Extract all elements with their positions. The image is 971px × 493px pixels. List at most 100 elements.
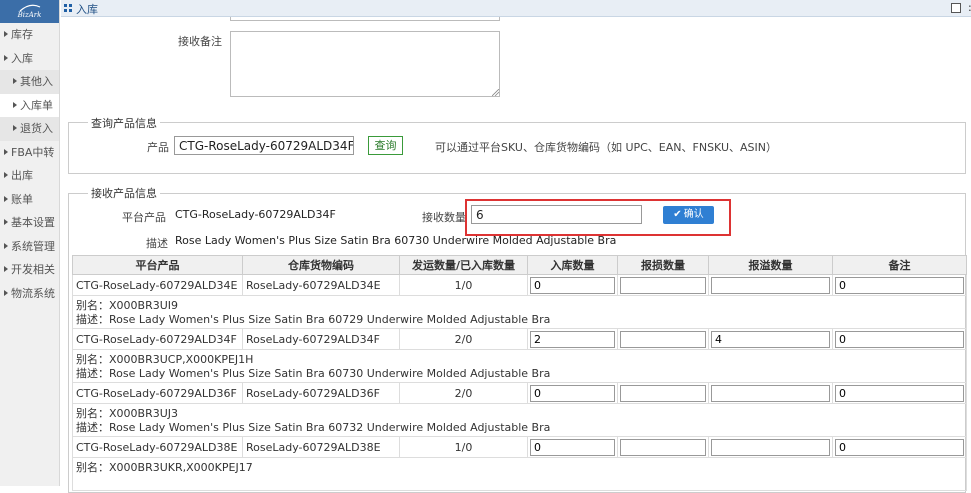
table-row-details: 别名：X000BR3UI9 描述：Rose Lady Women's Plus S… [72,295,967,329]
caret-right-icon [13,101,17,108]
sidebar-item[interactable]: 入库 [0,47,59,71]
product-description: 描述：Rose Lady Women's Plus Size Satin Bra… [76,421,551,434]
sidebar-item[interactable]: 入库单 [0,93,59,117]
sidebar-item[interactable]: FBA中转 [0,141,59,165]
column-header: 备注 [832,255,967,275]
overflow-qty-input[interactable] [711,330,830,348]
cell-overflow-qty [708,382,833,404]
product-details-cell: 别名：X000BR3UJ3 描述：Rose Lady Women's Plus S… [72,403,967,437]
in-qty-input[interactable] [530,438,615,456]
nav-list: 库存入库其他入入库单退货入 FBA中转出库账单基本设置系统管理开发相关物流系统 [0,23,59,305]
cell-damage-qty [617,274,709,296]
sidebar-item-label: 开发相关 [11,263,55,276]
table-header-row: 平台产品 仓库货物编码 发运数量/已入库数量 入库数量 报损数量 报溢数量 备注 [72,255,967,275]
query-button[interactable]: 查询 [368,136,403,155]
sidebar-item[interactable]: 退货入 [0,117,59,141]
cell-warehouse-code: RoseLady-60729ALD36F [242,382,400,404]
overflow-qty-input[interactable] [711,276,830,294]
cell-ship-qty: 1/0 [399,436,528,458]
product-label: 产品 [147,141,169,154]
damage-qty-input[interactable] [620,438,706,456]
platform-product-value: CTG-RoseLady-60729ALD34F [175,208,336,221]
in-qty-input[interactable] [530,330,615,348]
brand-logo[interactable]: BizArk [0,0,59,23]
caret-right-icon [4,31,8,37]
resize-handle-icon[interactable] [492,89,499,96]
cell-overflow-qty [708,328,833,350]
cell-platform: CTG-RoseLady-60729ALD38E [72,436,243,458]
page-title: 入库 [76,3,98,16]
sidebar-item-label: 出库 [11,169,33,182]
table-body: CTG-RoseLady-60729ALD34E RoseLady-60729AL… [72,274,967,491]
inbound-products-table: 平台产品 仓库货物编码 发运数量/已入库数量 入库数量 报损数量 报溢数量 备注 CTG-R… [72,255,967,491]
note-input[interactable] [835,330,964,348]
sidebar-item-label: 退货入 [20,122,53,135]
in-qty-input[interactable] [530,384,615,402]
query-section-legend: 查询产品信息 [88,115,160,131]
sidebar-item[interactable]: 系统管理 [0,235,59,259]
table-row: CTG-RoseLady-60729ALD36F RoseLady-60729AL… [72,382,967,404]
previous-field-edge[interactable] [230,17,500,21]
cell-note [832,274,967,296]
column-header: 平台产品 [72,255,243,275]
column-header: 发运数量/已入库数量 [399,255,528,275]
cell-warehouse-code: RoseLady-60729ALD34F [242,328,400,350]
cell-overflow-qty [708,436,833,458]
product-alias: 别名：X000BR3UKR,X000KPEJ17 [76,461,253,474]
table-row: CTG-RoseLady-60729ALD34F RoseLady-60729AL… [72,328,967,350]
damage-qty-input[interactable] [620,330,706,348]
cell-in-qty [527,274,618,296]
in-qty-input[interactable] [530,276,615,294]
cell-damage-qty [617,382,709,404]
sidebar-item-label: FBA中转 [11,145,55,159]
column-header: 仓库货物编码 [242,255,400,275]
column-header: 报损数量 [617,255,709,275]
sidebar-item[interactable]: 开发相关 [0,258,59,282]
sidebar-item-label: 入库单 [20,98,53,112]
column-header: 报溢数量 [708,255,833,275]
overflow-qty-input[interactable] [711,438,830,456]
remark-textarea[interactable] [230,31,500,97]
sidebar-item[interactable]: 出库 [0,164,59,188]
cell-note [832,382,967,404]
description-label: 描述 [146,237,168,250]
sidebar-item-label: 库存 [11,28,33,41]
sidebar-item[interactable]: 账单 [0,188,59,212]
sidebar-item-label: 基本设置 [11,216,55,229]
cell-damage-qty [617,328,709,350]
sidebar-item-label: 账单 [11,192,33,206]
cell-platform: CTG-RoseLady-60729ALD34E [72,274,243,296]
overflow-qty-input[interactable] [711,384,830,402]
highlight-box [465,199,731,236]
note-input[interactable] [835,276,964,294]
caret-right-icon [4,54,8,61]
product-description: 描述：Rose Lady Women's Plus Size Satin Bra… [76,313,551,326]
caret-right-icon [13,125,17,131]
sidebar-item[interactable]: 物流系统 [0,282,59,306]
cell-ship-qty: 2/0 [399,382,528,404]
sidebar: BizArk 库存入库其他入入库单退货入 FBA中转出库账单基本设置系统管理开发相… [0,0,60,486]
caret-right-icon [4,148,8,155]
maximize-button[interactable] [951,3,961,13]
sidebar-item[interactable]: 基本设置 [0,211,59,235]
note-input[interactable] [835,438,964,456]
damage-qty-input[interactable] [620,276,706,294]
sidebar-item-label: 物流系统 [11,286,55,300]
sidebar-item[interactable]: 其他入 [0,70,59,94]
product-details-cell: 别名：X000BR3UI9 描述：Rose Lady Women's Plus S… [72,295,967,329]
product-description: 描述：Rose Lady Women's Plus Size Satin Bra… [76,367,551,380]
sidebar-item-label: 其他入 [20,75,53,88]
cell-ship-qty: 2/0 [399,328,528,350]
product-search-input[interactable] [174,136,354,155]
note-input[interactable] [835,384,964,402]
caret-right-icon [13,78,17,84]
table-row: CTG-RoseLady-60729ALD34E RoseLady-60729AL… [72,274,967,296]
logo-text: BizArk [17,11,42,19]
page-header: 入库 : [61,0,971,17]
caret-right-icon [4,289,8,296]
product-alias: 别名：X000BR3UCP,X000KPEJ1H [76,353,254,366]
damage-qty-input[interactable] [620,384,706,402]
sidebar-item[interactable]: 库存 [0,23,59,47]
cell-overflow-qty [708,274,833,296]
cell-warehouse-code: RoseLady-60729ALD34E [242,274,400,296]
